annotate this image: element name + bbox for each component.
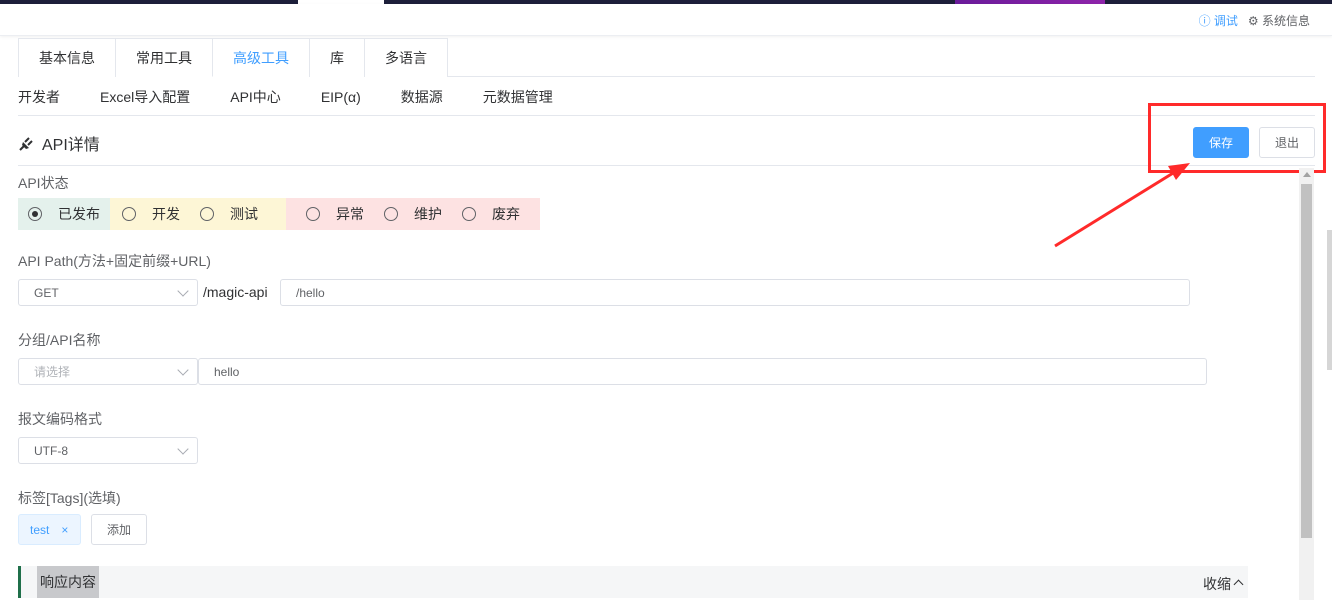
subnav-metadata[interactable]: 元数据管理: [483, 87, 553, 107]
status-radio-test[interactable]: 测试: [200, 204, 258, 224]
radio-circle: [462, 207, 476, 221]
radio-circle: [200, 207, 214, 221]
method-select[interactable]: GET: [18, 279, 198, 306]
status-radio-error[interactable]: 异常: [306, 204, 364, 224]
radio-circle-checked: [28, 207, 42, 221]
tab-library[interactable]: 库: [309, 38, 365, 77]
status-radio-published[interactable]: 已发布: [28, 204, 100, 224]
collapse-toggle[interactable]: 收缩: [1203, 574, 1244, 594]
radio-circle: [306, 207, 320, 221]
header-bar: ⓘ 调试 ⚙ 系统信息: [0, 4, 1332, 36]
tags-label: 标签[Tags](选填): [18, 490, 121, 506]
tab-common-tools[interactable]: 常用工具: [115, 38, 213, 77]
group-name-label: 分组/API名称: [18, 332, 101, 348]
chevron-down-icon: [177, 443, 189, 455]
api-path-label: API Path(方法+固定前缀+URL): [18, 253, 211, 269]
status-label: API状态: [18, 175, 69, 191]
tab-advanced-tools[interactable]: 高级工具: [212, 38, 310, 77]
section-title: API详情: [18, 131, 100, 155]
subnav-excel-import[interactable]: Excel导入配置: [100, 87, 190, 107]
status-segment-error: 异常 维护 废弃: [286, 198, 540, 230]
radio-circle: [122, 207, 136, 221]
status-radio-dev[interactable]: 开发: [122, 204, 180, 224]
api-url-value: /hello: [296, 285, 325, 300]
encoding-select[interactable]: UTF-8: [18, 437, 198, 464]
api-name-value: hello: [214, 364, 240, 379]
sub-nav: 开发者 Excel导入配置 API中心 EIP(α) 数据源 元数据管理: [18, 78, 1315, 116]
status-radio-deprecated[interactable]: 废弃: [462, 204, 520, 224]
method-select-value: GET: [34, 285, 59, 300]
collapse-label: 收缩: [1203, 576, 1231, 592]
response-panel-header[interactable]: 响应内容 收缩: [18, 566, 1248, 598]
status-radio-maintenance[interactable]: 维护: [384, 204, 442, 224]
api-name-input[interactable]: hello: [198, 358, 1207, 385]
response-panel-title: 响应内容: [37, 566, 99, 598]
subnav-api-center[interactable]: API中心: [230, 87, 281, 107]
api-prefix: /magic-api: [203, 284, 268, 300]
chevron-down-icon: [177, 364, 189, 376]
tag-chip: test ×: [18, 514, 81, 545]
tab-multilang[interactable]: 多语言: [364, 38, 448, 77]
group-select-placeholder: 请选择: [34, 365, 71, 379]
close-icon[interactable]: ×: [61, 523, 68, 537]
status-segment-dev: 开发 测试: [110, 198, 286, 230]
scrollbar-thumb[interactable]: [1301, 184, 1312, 538]
main-tabs: 基本信息 常用工具 高级工具 库 多语言: [18, 38, 1315, 77]
encoding-label: 报文编码格式: [18, 411, 102, 427]
api-url-input[interactable]: /hello: [280, 279, 1190, 306]
scroll-up-icon[interactable]: [1303, 172, 1311, 177]
scrollbar[interactable]: [1299, 168, 1314, 600]
header-links: ⓘ 调试 ⚙ 系统信息: [1199, 12, 1310, 29]
tag-chip-label: test: [30, 522, 50, 537]
add-tag-button[interactable]: 添加: [91, 514, 147, 545]
plug-icon: [19, 137, 33, 151]
outer-scrollbar[interactable]: [1327, 230, 1332, 370]
tab-basic-info[interactable]: 基本信息: [18, 38, 116, 77]
chevron-up-icon: [1233, 579, 1244, 590]
section-title-text: API详情: [42, 137, 100, 154]
encoding-select-value: UTF-8: [34, 443, 68, 458]
debug-link[interactable]: ⓘ 调试: [1199, 12, 1238, 29]
system-info-link[interactable]: ⚙ 系统信息: [1248, 12, 1310, 29]
status-radio-group: 已发布 开发 测试 异常 维护 废弃: [18, 198, 540, 230]
radio-circle: [384, 207, 398, 221]
subnav-developer[interactable]: 开发者: [18, 87, 60, 107]
subnav-eip[interactable]: EIP(α): [321, 89, 361, 105]
status-segment-published: 已发布: [18, 198, 110, 230]
chevron-down-icon: [177, 285, 189, 297]
subnav-datasource[interactable]: 数据源: [401, 87, 443, 107]
annotation-arrow: [1054, 163, 1190, 248]
group-select[interactable]: 请选择: [18, 358, 198, 385]
